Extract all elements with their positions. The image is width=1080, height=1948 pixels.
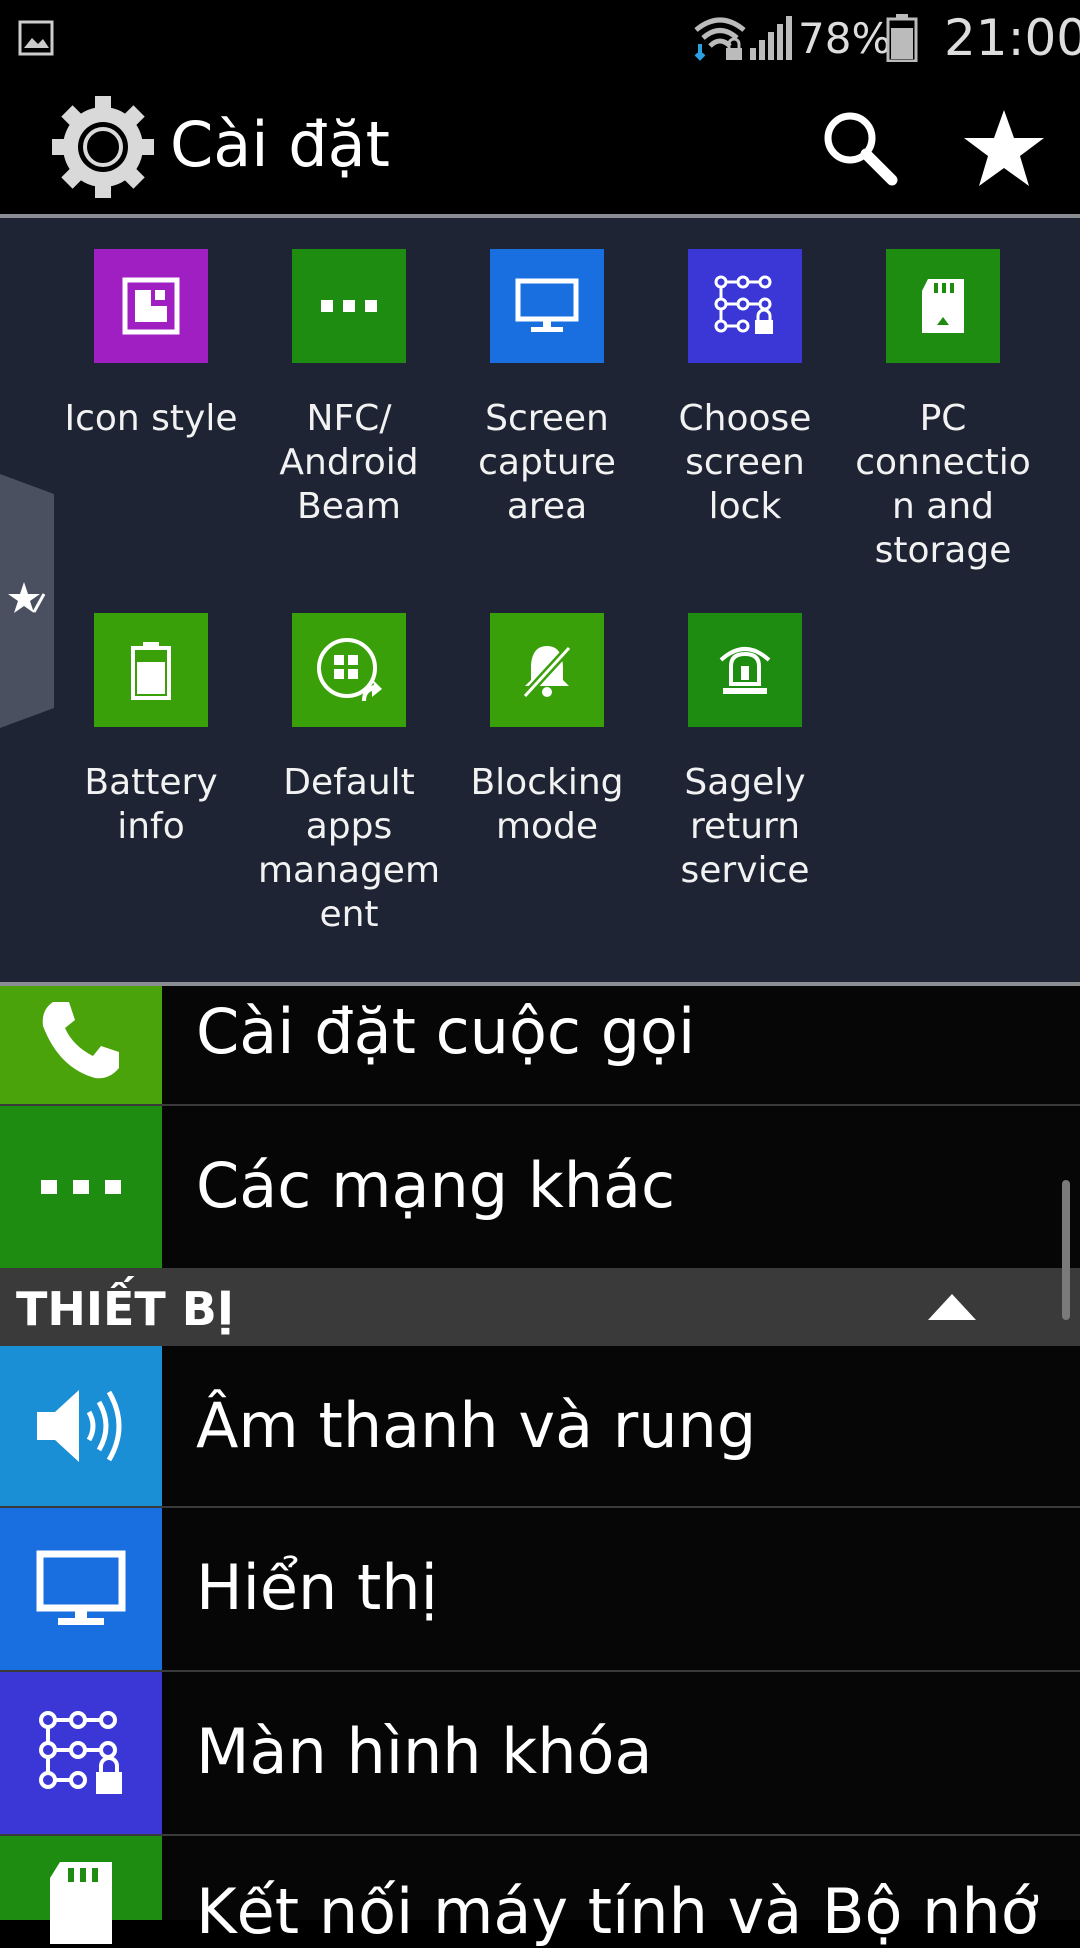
signal-icon xyxy=(748,14,792,60)
list-item-label: Màn hình khóa xyxy=(196,1715,653,1788)
star-icon[interactable] xyxy=(962,106,1046,190)
icon-style-icon xyxy=(94,249,208,363)
list-item-lock-screen[interactable]: Màn hình khóa xyxy=(0,1672,1080,1836)
list-item-call-settings[interactable]: Cài đặt cuộc gọi xyxy=(0,986,1080,1106)
list-item-other-networks[interactable]: Các mạng khác xyxy=(0,1106,1080,1270)
quick-item-screen-lock[interactable]: Choose screen lock xyxy=(645,249,845,529)
quick-item-label: Battery info xyxy=(84,762,218,847)
bell-off-icon xyxy=(490,613,604,727)
list-item-sound[interactable]: Âm thanh và rung xyxy=(0,1346,1080,1508)
quick-item-default-apps[interactable]: Default apps managem ent xyxy=(249,613,449,937)
quick-item-screen-capture[interactable]: Screen capture area xyxy=(447,249,647,529)
quick-item-label: PC connectio n and storage xyxy=(855,398,1031,571)
quick-item-label: NFC/Android Beam xyxy=(279,398,419,527)
list-item-pc-connection[interactable]: Kết nối máy tính và Bộ nhớ xyxy=(0,1836,1080,1948)
scrollbar[interactable] xyxy=(1062,1180,1070,1320)
siren-icon xyxy=(688,613,802,727)
battery-icon xyxy=(886,14,918,62)
quick-item-label: Sagely return service xyxy=(680,762,810,891)
quick-item-pc-connection[interactable]: PC connectio n and storage xyxy=(843,249,1043,573)
monitor-icon xyxy=(490,249,604,363)
list-item-label: Hiển thị xyxy=(196,1551,438,1624)
list-item-label: Kết nối máy tính và Bộ nhớ xyxy=(196,1875,1039,1948)
battery-percent: 78% xyxy=(798,14,892,63)
search-icon[interactable] xyxy=(822,110,898,186)
sd-card-icon xyxy=(0,1836,162,1944)
sd-card-icon xyxy=(886,249,1000,363)
gallery-notification-icon xyxy=(18,20,54,56)
status-bar: 78% 21:00 xyxy=(0,0,1080,80)
default-apps-icon xyxy=(292,613,406,727)
quick-settings-panel: Icon style NFC/Android Beam Screen capture… xyxy=(0,218,1080,986)
quick-item-sagely-return[interactable]: Sagely return service xyxy=(645,613,845,893)
quick-item-nfc[interactable]: NFC/Android Beam xyxy=(249,249,449,529)
quick-item-label: Screen capture area xyxy=(478,398,616,527)
list-item-label: Âm thanh và rung xyxy=(196,1389,757,1462)
section-header-device[interactable]: THIẾT BỊ xyxy=(0,1270,1080,1346)
section-title: THIẾT BỊ xyxy=(16,1282,234,1336)
quick-item-label: Choose screen lock xyxy=(678,398,812,527)
list-item-label: Các mạng khác xyxy=(196,1149,676,1222)
gear-icon[interactable] xyxy=(48,92,158,202)
settings-list: Cài đặt cuộc gọi Các mạng khác THIẾT BỊ … xyxy=(0,986,1080,1948)
quick-item-label: Default apps managem ent xyxy=(257,762,441,935)
nfc-dots-icon xyxy=(292,249,406,363)
monitor-icon xyxy=(0,1508,162,1670)
list-item-display[interactable]: Hiển thị xyxy=(0,1508,1080,1672)
action-bar: Cài đặt xyxy=(0,80,1080,218)
pattern-lock-icon xyxy=(688,249,802,363)
phone-icon xyxy=(0,986,162,1104)
quick-item-label: Blocking mode xyxy=(470,762,624,847)
clock: 21:00 xyxy=(944,9,1080,67)
quick-item-icon-style[interactable]: Icon style xyxy=(51,249,251,441)
quick-item-label: Icon style xyxy=(64,398,238,439)
favorites-side-tab[interactable] xyxy=(0,474,54,728)
page-title: Cài đặt xyxy=(170,108,390,181)
wifi-icon xyxy=(692,14,748,62)
speaker-icon xyxy=(0,1346,162,1506)
list-item-label: Cài đặt cuộc gọi xyxy=(196,995,696,1068)
battery-info-icon xyxy=(94,613,208,727)
pattern-lock-icon xyxy=(0,1672,162,1834)
quick-item-battery-info[interactable]: Battery info xyxy=(51,613,251,849)
collapse-triangle-icon[interactable] xyxy=(924,1290,980,1326)
quick-item-blocking-mode[interactable]: Blocking mode xyxy=(447,613,647,849)
more-dots-icon xyxy=(0,1106,162,1268)
